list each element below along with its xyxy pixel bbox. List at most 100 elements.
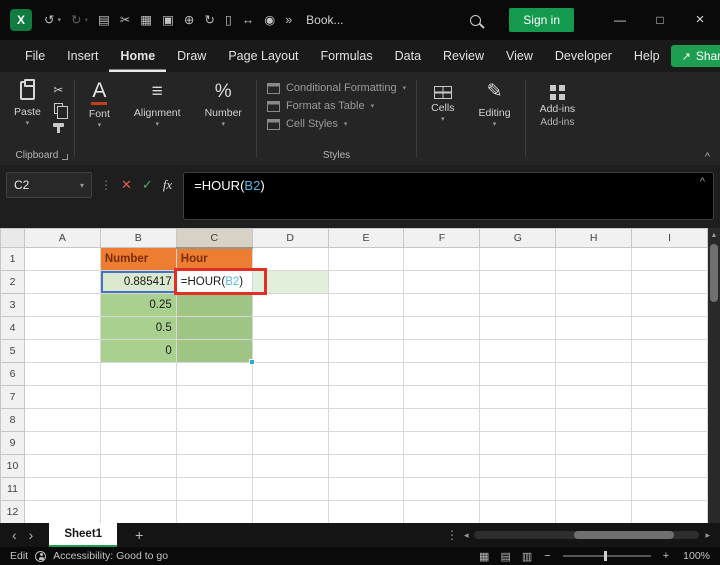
cell-e11[interactable] bbox=[327, 477, 405, 501]
column-header-i[interactable]: I bbox=[631, 228, 708, 248]
cell-c10[interactable] bbox=[175, 454, 253, 478]
cell-a11[interactable] bbox=[23, 477, 101, 501]
cell-d2[interactable] bbox=[251, 270, 329, 294]
hscroll-left-icon[interactable]: ◂ bbox=[464, 530, 469, 541]
sheet-nav-right-icon[interactable]: › bbox=[29, 523, 34, 547]
camera-icon[interactable]: ◉ bbox=[264, 14, 275, 27]
cell-h7[interactable] bbox=[555, 385, 633, 409]
tab-home[interactable]: Home bbox=[109, 40, 166, 72]
tab-insert[interactable]: Insert bbox=[56, 40, 109, 72]
cell-g5[interactable] bbox=[479, 339, 557, 363]
tab-help[interactable]: Help bbox=[623, 40, 671, 72]
vertical-scrollbar[interactable]: ▲ bbox=[708, 228, 720, 523]
name-box[interactable]: C2 ▾ bbox=[6, 172, 92, 198]
cell-b7[interactable] bbox=[99, 385, 177, 409]
cell-f7[interactable] bbox=[403, 385, 481, 409]
maximize-button[interactable]: □ bbox=[640, 0, 680, 40]
row-header-3[interactable]: 3 bbox=[0, 293, 25, 317]
select-all-corner[interactable] bbox=[0, 228, 25, 248]
clipboard-dialog-launcher-icon[interactable] bbox=[61, 154, 68, 160]
repeat-icon[interactable]: ↻ bbox=[204, 14, 214, 27]
cell-a3[interactable] bbox=[23, 293, 101, 317]
close-button[interactable]: × bbox=[680, 0, 720, 40]
excel-logo-icon[interactable]: X bbox=[10, 9, 32, 31]
cell-e3[interactable] bbox=[327, 293, 405, 317]
row-header-10[interactable]: 10 bbox=[0, 454, 25, 478]
cell-f3[interactable] bbox=[403, 293, 481, 317]
cell-a2[interactable] bbox=[23, 270, 101, 294]
sheet-tab-sheet1[interactable]: Sheet1 bbox=[49, 523, 118, 547]
fit-width-icon[interactable]: ↔ bbox=[242, 14, 255, 27]
cell-g4[interactable] bbox=[479, 316, 557, 340]
tab-page-layout[interactable]: Page Layout bbox=[217, 40, 309, 72]
image-icon[interactable]: ▦ bbox=[140, 14, 152, 27]
cell-f2[interactable] bbox=[403, 270, 481, 294]
cell-e6[interactable] bbox=[327, 362, 405, 386]
cell-g12[interactable] bbox=[479, 500, 557, 523]
zoom-in-button[interactable]: + bbox=[663, 550, 669, 562]
cell-c7[interactable] bbox=[175, 385, 253, 409]
cell-f5[interactable] bbox=[403, 339, 481, 363]
cell-h4[interactable] bbox=[555, 316, 633, 340]
cell-h6[interactable] bbox=[555, 362, 633, 386]
document-title[interactable]: Book... bbox=[306, 13, 343, 27]
fill-handle[interactable] bbox=[249, 359, 255, 365]
cell-i10[interactable] bbox=[631, 454, 708, 478]
accessibility-status[interactable]: Accessibility: Good to go bbox=[53, 550, 168, 562]
cell-b4[interactable]: 0.5 bbox=[99, 316, 177, 340]
column-header-d[interactable]: D bbox=[251, 228, 329, 248]
cell-i2[interactable] bbox=[631, 270, 708, 294]
collapse-ribbon-icon[interactable]: ^ bbox=[705, 151, 710, 163]
cell-b11[interactable] bbox=[99, 477, 177, 501]
cell-b5[interactable]: 0 bbox=[99, 339, 177, 363]
format-as-table-button[interactable]: Format as Table ▾ bbox=[266, 100, 406, 112]
cell-g3[interactable] bbox=[479, 293, 557, 317]
cell-c3[interactable] bbox=[175, 293, 253, 317]
column-header-f[interactable]: F bbox=[403, 228, 481, 248]
cell-f6[interactable] bbox=[403, 362, 481, 386]
cut-icon[interactable]: ✂ bbox=[53, 84, 63, 96]
column-header-h[interactable]: H bbox=[555, 228, 633, 248]
row-header-4[interactable]: 4 bbox=[0, 316, 25, 340]
cell-f12[interactable] bbox=[403, 500, 481, 523]
cell-b10[interactable] bbox=[99, 454, 177, 478]
cell-g8[interactable] bbox=[479, 408, 557, 432]
cell-e5[interactable] bbox=[327, 339, 405, 363]
undo-dropdown-icon[interactable]: ▾ bbox=[57, 17, 61, 24]
sheet-options-icon[interactable]: ⋮ bbox=[446, 528, 458, 542]
insert-function-icon[interactable]: fx bbox=[163, 172, 172, 198]
cell-f4[interactable] bbox=[403, 316, 481, 340]
cell-c9[interactable] bbox=[175, 431, 253, 455]
format-painter-icon[interactable] bbox=[52, 123, 64, 133]
cell-f1[interactable] bbox=[403, 247, 481, 271]
cell-e4[interactable] bbox=[327, 316, 405, 340]
cell-d10[interactable] bbox=[251, 454, 329, 478]
row-header-11[interactable]: 11 bbox=[0, 477, 25, 501]
row-header-6[interactable]: 6 bbox=[0, 362, 25, 386]
share-button[interactable]: ↗ Share bbox=[670, 45, 720, 67]
sign-in-button[interactable]: Sign in bbox=[509, 8, 574, 32]
print-icon[interactable]: ▣ bbox=[162, 14, 174, 27]
cells-button[interactable]: Cells ▾ bbox=[419, 72, 466, 123]
row-header-7[interactable]: 7 bbox=[0, 385, 25, 409]
cell-i11[interactable] bbox=[631, 477, 708, 501]
cell-b6[interactable] bbox=[99, 362, 177, 386]
cell-e7[interactable] bbox=[327, 385, 405, 409]
cell-d1[interactable] bbox=[251, 247, 329, 271]
paste-button[interactable]: Paste ▾ bbox=[2, 72, 49, 127]
cell-c2[interactable]: =HOUR(B2) bbox=[175, 270, 253, 294]
cell-d7[interactable] bbox=[251, 385, 329, 409]
document-icon[interactable]: ▯ bbox=[225, 14, 232, 27]
cell-h11[interactable] bbox=[555, 477, 633, 501]
conditional-formatting-button[interactable]: Conditional Formatting ▾ bbox=[266, 82, 406, 94]
cell-f9[interactable] bbox=[403, 431, 481, 455]
column-header-c[interactable]: C bbox=[175, 228, 253, 249]
cell-h12[interactable] bbox=[555, 500, 633, 523]
cell-i1[interactable] bbox=[631, 247, 708, 271]
cut-icon[interactable]: ✂ bbox=[120, 14, 130, 27]
minimize-button[interactable]: — bbox=[600, 0, 640, 40]
cell-styles-button[interactable]: Cell Styles ▾ bbox=[266, 118, 406, 130]
horizontal-scrollbar[interactable] bbox=[474, 531, 700, 539]
copy-icon[interactable] bbox=[53, 103, 68, 119]
cell-g1[interactable] bbox=[479, 247, 557, 271]
